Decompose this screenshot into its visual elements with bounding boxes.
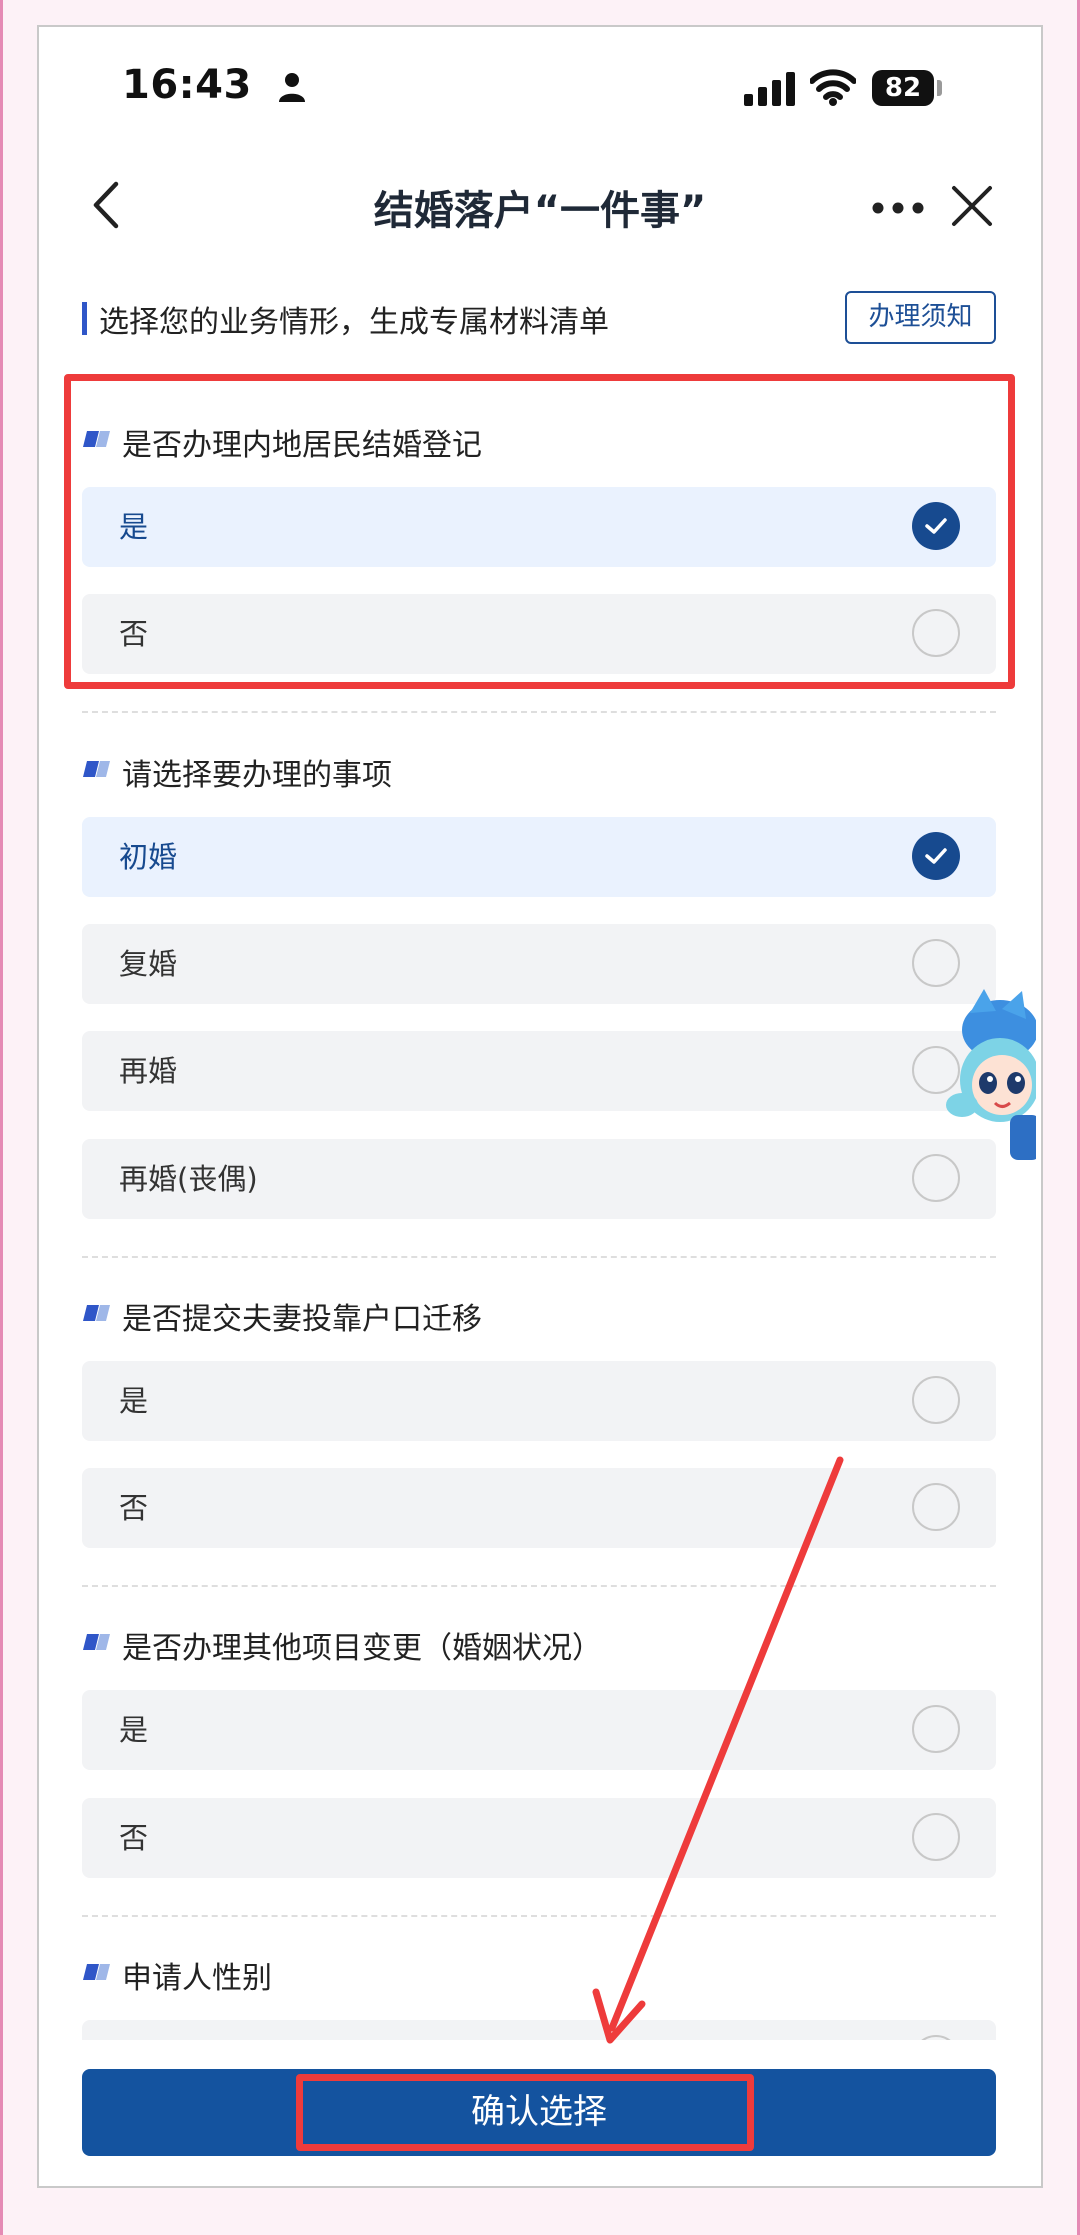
back-chevron-icon[interactable] <box>88 180 124 230</box>
option-yes[interactable]: 是 <box>82 487 996 567</box>
option-remarriage-same[interactable]: 复婚 <box>82 924 996 1004</box>
radio-unchecked <box>912 1376 960 1424</box>
assistant-mascot-icon[interactable] <box>940 985 1036 1160</box>
section-divider <box>82 1915 996 1917</box>
confirm-button[interactable]: 确认选择 <box>82 2069 996 2156</box>
page-title: 结婚落户“一件事” <box>373 188 707 234</box>
wifi-icon <box>810 69 856 106</box>
notice-button[interactable]: 办理须知 <box>845 291 996 344</box>
option-no[interactable]: 否 <box>82 1798 996 1878</box>
section-divider <box>82 1256 996 1258</box>
option-yes[interactable]: 是 <box>82 1361 996 1441</box>
section-title: 申请人性别 <box>122 1961 272 1996</box>
section-title: 是否提交夫妻投靠户口迁移 <box>122 1302 482 1337</box>
section-title: 是否办理内地居民结婚登记 <box>122 428 482 463</box>
check-icon <box>912 832 960 880</box>
section-title: 请选择要办理的事项 <box>122 758 392 793</box>
status-time: 16:43 <box>122 62 252 108</box>
radio-unchecked <box>912 939 960 987</box>
section-title: 是否办理其他项目变更（婚姻状况） <box>122 1631 602 1666</box>
radio-unchecked <box>912 1813 960 1861</box>
option-label: 初婚 <box>119 840 178 874</box>
radio-unchecked <box>912 1483 960 1531</box>
radio-unchecked <box>912 1705 960 1753</box>
option-label: 是 <box>119 1384 149 1418</box>
option-label: 是 <box>119 1713 149 1747</box>
section-flag-icon <box>83 1964 110 1980</box>
section-flag-icon <box>83 1305 110 1321</box>
option-label: 是 <box>119 510 149 544</box>
radio-unchecked <box>912 1154 960 1202</box>
subheader-accent-bar <box>82 302 87 335</box>
option-label: 否 <box>119 1491 149 1525</box>
subheader-text: 选择您的业务情形，生成专属材料清单 <box>99 305 609 340</box>
close-icon[interactable] <box>950 184 994 228</box>
radio-unchecked <box>912 609 960 657</box>
option-first-marriage[interactable]: 初婚 <box>82 817 996 897</box>
cellular-signal-icon <box>744 72 795 106</box>
option-remarriage[interactable]: 再婚 <box>82 1031 996 1111</box>
battery-icon: 82 <box>872 70 934 106</box>
section-divider <box>82 1585 996 1587</box>
more-dots-icon[interactable] <box>870 196 926 220</box>
option-label: 否 <box>119 617 149 651</box>
option-no[interactable]: 否 <box>82 1468 996 1548</box>
option-yes[interactable]: 是 <box>82 1690 996 1770</box>
option-remarriage-widowed[interactable]: 再婚(丧偶) <box>82 1139 996 1219</box>
option-label: 否 <box>119 1821 149 1855</box>
section-flag-icon <box>83 761 110 777</box>
option-label: 再婚 <box>119 1054 178 1088</box>
check-icon <box>912 502 960 550</box>
option-label: 复婚 <box>119 947 178 981</box>
section-divider <box>82 711 996 713</box>
left-edge <box>0 0 3 2235</box>
section-flag-icon <box>83 431 110 447</box>
person-icon <box>279 73 305 102</box>
section-flag-icon <box>83 1634 110 1650</box>
battery-cap <box>937 80 942 96</box>
option-label: 再婚(丧偶) <box>119 1162 258 1196</box>
option-no[interactable]: 否 <box>82 594 996 674</box>
